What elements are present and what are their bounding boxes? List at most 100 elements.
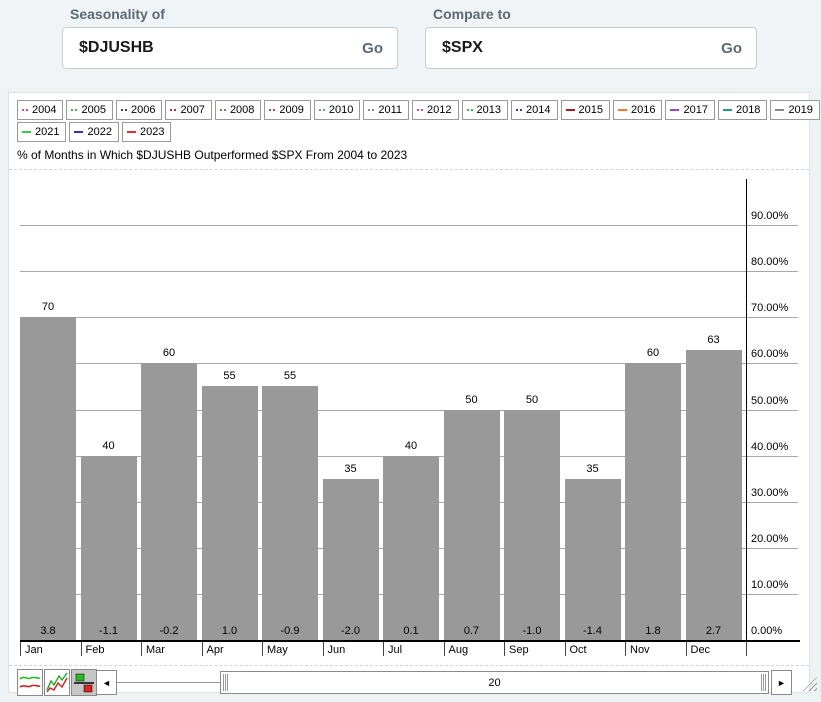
month-tick xyxy=(202,642,203,656)
month-label-Oct: Oct xyxy=(570,644,587,656)
scroll-left-button[interactable]: ◄ xyxy=(96,670,117,695)
month-label-Sep: Sep xyxy=(509,644,529,656)
bar-chart-icon-glyph xyxy=(73,671,95,694)
compare-symbol-input[interactable] xyxy=(440,38,664,58)
header: Seasonality of Go Compare to Go xyxy=(0,0,821,88)
seasonality-field-group: Seasonality of Go xyxy=(62,6,398,69)
y-axis-tick-label: 90.00% xyxy=(751,210,805,222)
bar-Aug xyxy=(444,410,500,641)
bar-avg-change-label: 1.8 xyxy=(625,625,681,637)
bar-Nov xyxy=(625,363,681,640)
legend-year-label: 2005 xyxy=(81,104,105,116)
line-chart-icon-glyph xyxy=(19,671,41,694)
month-tick xyxy=(20,642,21,656)
legend-year-2017[interactable]: 2017 xyxy=(665,100,714,120)
legend-year-2010[interactable]: 2010 xyxy=(314,100,360,120)
seasonality-go-button[interactable]: Go xyxy=(362,40,383,57)
legend-year-label: 2012 xyxy=(427,104,451,116)
scrollbar-thumb[interactable]: 20 xyxy=(220,671,769,694)
bar-value-label: 55 xyxy=(262,370,318,382)
seasonality-symbol-input[interactable] xyxy=(77,38,301,58)
month-label-May: May xyxy=(267,644,288,656)
bar-value-label: 63 xyxy=(686,334,742,346)
seasonality-input-box: Go xyxy=(62,27,398,69)
legend-year-label: 2007 xyxy=(180,104,204,116)
legend-year-2004[interactable]: 2004 xyxy=(17,100,63,120)
bar-avg-change-label: -1.0 xyxy=(504,625,560,637)
legend-year-2015[interactable]: 2015 xyxy=(561,100,610,120)
dotted-series-marker-icon xyxy=(170,109,172,111)
chart-area-bottom-border xyxy=(9,665,809,666)
legend-year-2014[interactable]: 2014 xyxy=(511,100,557,120)
legend-year-label: 2009 xyxy=(279,104,303,116)
legend-year-2023[interactable]: 2023 xyxy=(122,122,171,142)
bar-Jul xyxy=(383,456,439,640)
month-tick xyxy=(504,642,505,656)
bar-Oct xyxy=(565,479,621,640)
bar-avg-change-label: 2.7 xyxy=(686,625,742,637)
y-axis-tick-label: 70.00% xyxy=(751,302,805,314)
legend-year-label: 2008 xyxy=(230,104,254,116)
y-axis-tick-label: 60.00% xyxy=(751,348,805,360)
dash-series-marker-icon xyxy=(670,109,679,111)
bar-avg-change-label: 3.8 xyxy=(20,625,76,637)
month-label-Jun: Jun xyxy=(328,644,346,656)
month-tick xyxy=(565,642,566,656)
bar-avg-change-label: 0.1 xyxy=(383,625,439,637)
compare-go-button[interactable]: Go xyxy=(721,40,742,57)
legend-year-2009[interactable]: 2009 xyxy=(264,100,310,120)
dotted-series-marker-icon xyxy=(368,109,370,111)
legend-row-2: 2021 2022 2023 xyxy=(17,122,174,142)
scrollbar-track[interactable] xyxy=(117,682,220,683)
bar-value-label: 35 xyxy=(323,463,379,475)
resize-handle-icon[interactable] xyxy=(801,677,817,691)
y-axis-tick-label: 80.00% xyxy=(751,256,805,268)
bar-avg-change-label: -1.1 xyxy=(81,625,137,637)
legend-year-label: 2011 xyxy=(378,104,402,116)
dash-series-marker-icon xyxy=(723,109,732,111)
thumb-grip-right-icon xyxy=(761,674,766,691)
bar-Feb xyxy=(81,456,137,640)
legend-year-2012[interactable]: 2012 xyxy=(412,100,458,120)
gridline-80 xyxy=(20,271,798,272)
legend-year-2016[interactable]: 2016 xyxy=(613,100,662,120)
bar-avg-change-label: -2.0 xyxy=(323,625,379,637)
bar-May xyxy=(262,386,318,640)
legend-year-2005[interactable]: 2005 xyxy=(66,100,112,120)
dash-series-marker-icon xyxy=(775,109,784,111)
legend-year-2007[interactable]: 2007 xyxy=(165,100,211,120)
legend-year-label: 2010 xyxy=(329,104,353,116)
legend-year-label: 2004 xyxy=(32,104,56,116)
month-tick xyxy=(444,642,445,656)
legend-year-2013[interactable]: 2013 xyxy=(462,100,508,120)
legend-year-2019[interactable]: 2019 xyxy=(770,100,819,120)
legend-year-2021[interactable]: 2021 xyxy=(17,122,66,142)
legend-year-2008[interactable]: 2008 xyxy=(215,100,261,120)
legend-year-label: 2006 xyxy=(131,104,155,116)
y-axis-tick-label: 30.00% xyxy=(751,487,805,499)
x-axis-line xyxy=(20,640,800,642)
legend-year-2006[interactable]: 2006 xyxy=(116,100,162,120)
left-arrow-icon: ◄ xyxy=(102,678,111,688)
line-chart-icon[interactable] xyxy=(17,669,43,696)
legend-year-2018[interactable]: 2018 xyxy=(718,100,767,120)
legend-year-2011[interactable]: 2011 xyxy=(363,100,409,120)
bar-Jun xyxy=(323,479,379,640)
bar-value-label: 60 xyxy=(141,347,197,359)
bar-avg-change-label: -1.4 xyxy=(565,625,621,637)
legend-year-label: 2022 xyxy=(87,126,111,138)
dotted-series-marker-icon xyxy=(417,109,419,111)
bar-value-label: 40 xyxy=(81,440,137,452)
chart-panel: 2004 2005 2006 2007 2008 2009 2010 2011 2012 2013… xyxy=(8,92,810,693)
bar-Sep xyxy=(504,410,560,641)
legend-year-label: 2021 xyxy=(35,126,59,138)
y-axis-tick-label: 0.00% xyxy=(751,625,805,637)
gridline-50 xyxy=(20,410,798,411)
bar-value-label: 50 xyxy=(444,394,500,406)
legend-year-label: 2016 xyxy=(631,104,655,116)
scroll-right-button[interactable]: ► xyxy=(771,670,792,695)
zigzag-chart-icon[interactable] xyxy=(44,669,70,696)
bar-chart-icon[interactable] xyxy=(71,669,97,696)
legend-year-2022[interactable]: 2022 xyxy=(69,122,118,142)
month-label-Nov: Nov xyxy=(630,644,650,656)
